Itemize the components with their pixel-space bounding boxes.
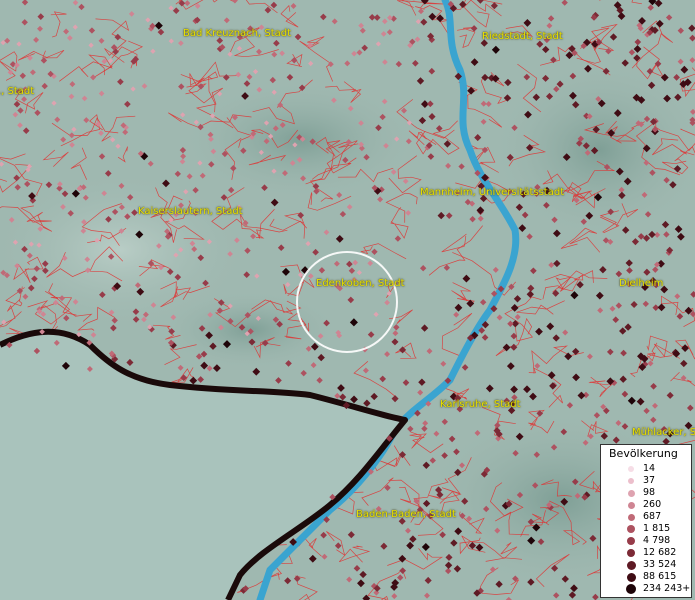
legend-label: 4 798 [643, 535, 671, 546]
label-edenkoben: Edenkoben, Stadt [316, 278, 405, 289]
legend-label: 260 [643, 499, 662, 510]
legend-label: 234 243+ [643, 583, 691, 594]
legend-label: 98 [643, 487, 656, 498]
legend-label: 37 [643, 475, 656, 486]
label-bad-kreuznach: Bad Kreuznach, Stadt [183, 28, 292, 39]
label-karlsruhe: Karlsruhe, Stadt [440, 399, 521, 410]
legend-row: 4 798 [601, 535, 691, 547]
label-kaiserslautern: Kaiserslautern, Stadt [138, 206, 243, 217]
label-riedstadt: Riedstadt, Stadt [482, 31, 563, 42]
legend-swatch [627, 549, 635, 557]
label-left-cut: ., Stadt [0, 86, 35, 97]
legend: Bevölkerung 14 37 98 260 687 1 815 4 798 12 682… [600, 444, 692, 598]
legend-row: 260 [601, 499, 691, 511]
legend-row: 98 [601, 487, 691, 499]
legend-row: 687 [601, 511, 691, 523]
legend-row: 88 615 [601, 571, 691, 583]
legend-title: Bevölkerung [609, 447, 678, 460]
legend-row: 33 524 [601, 559, 691, 571]
legend-label: 1 815 [643, 523, 671, 534]
label-baden-baden: Baden-Baden, Stadt [356, 509, 456, 520]
legend-row: 14 [601, 463, 691, 475]
legend-swatch [626, 572, 636, 582]
legend-swatch [627, 537, 635, 545]
label-muehlacker: Mühlacker, S [632, 427, 695, 438]
legend-swatch [628, 466, 634, 472]
label-mannheim: Mannheim, Universitätsstadt [420, 187, 565, 198]
legend-swatch [627, 525, 635, 533]
legend-label: 14 [643, 463, 656, 474]
legend-row: 234 243+ [601, 583, 691, 595]
legend-row: 1 815 [601, 523, 691, 535]
legend-row: 37 [601, 475, 691, 487]
legend-swatch [626, 560, 636, 570]
legend-swatch [628, 478, 634, 484]
legend-label: 12 682 [643, 547, 677, 558]
legend-swatch [627, 489, 635, 497]
legend-label: 33 524 [643, 559, 677, 570]
label-dielheim: Dielheim [619, 278, 664, 289]
legend-swatch [627, 501, 635, 509]
legend-swatch [626, 584, 636, 594]
legend-swatch [627, 513, 635, 521]
legend-label: 687 [643, 511, 662, 522]
population-map[interactable] [0, 0, 695, 600]
legend-label: 88 615 [643, 571, 677, 582]
legend-row: 12 682 [601, 547, 691, 559]
